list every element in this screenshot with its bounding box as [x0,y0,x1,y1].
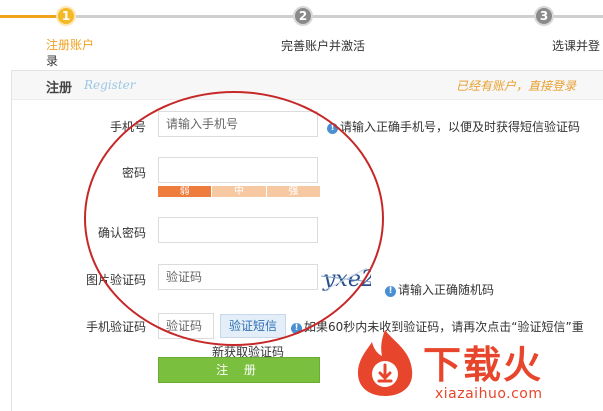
phone-label: 手机号 [109,120,146,134]
step-1-label-text: 注册账户 [46,38,95,52]
confirm-password-input[interactable] [158,217,318,243]
step-1-label-tail: 录 [46,54,59,68]
send-sms-button[interactable]: 验证短信 [220,314,286,338]
phone-input[interactable] [158,111,318,137]
captcha-hint-text: 请输入正确随机码 [398,283,495,297]
sms-code-label: 手机验证码 [85,320,146,334]
sms-code-input[interactable] [158,313,214,339]
phone-hint: ! 请输入正确手机号，以便及时获得短信验证码 [327,118,580,135]
sms-hint-text: 如果60秒内未收到验证码，请再次点击“验证短信”重 [304,320,584,334]
strength-strong: 强 [265,186,320,197]
captcha-input[interactable] [158,264,318,290]
info-icon: ! [291,323,302,334]
password-label: 密码 [121,166,146,180]
captcha-label: 图片验证码 [85,273,146,287]
watermark-brand: 下载火 [423,343,544,387]
strength-mid: 中 [211,186,266,197]
panel-title: 注册 [46,81,73,96]
panel-subtitle: Register [84,78,136,92]
info-icon: ! [327,123,338,134]
password-strength-meter: 弱 中 强 [158,186,320,197]
captcha-image[interactable]: yxe2 [321,262,371,294]
step-1-badge: 1 [56,6,76,26]
password-input[interactable] [158,157,318,183]
step-2-label: 完善账户并激活 [281,39,366,53]
watermark-url: xiazaihuo.com [435,386,543,402]
login-link[interactable]: 已经有账户，直接登录 [456,77,576,94]
phone-hint-text: 请输入正确手机号，以便及时获得短信验证码 [340,120,581,134]
sms-hint: ! 如果60秒内未收到验证码，请再次点击“验证短信”重 [291,318,584,335]
captcha-hint: ! 请输入正确随机码 [385,281,494,298]
step-3-badge: 3 [534,6,554,26]
confirm-password-label: 确认密码 [97,226,146,240]
step-2-badge: 2 [293,6,313,26]
step-1-label: 注册账户 录 [46,37,98,69]
strength-weak: 弱 [158,186,212,197]
info-icon: ! [385,286,396,297]
flame-logo-icon [357,330,413,396]
panel-header: 注册 Register 已经有账户，直接登录 [12,71,603,100]
step-3-label: 选课并登 [552,39,601,53]
register-submit-button[interactable]: 注 册 [158,357,320,383]
